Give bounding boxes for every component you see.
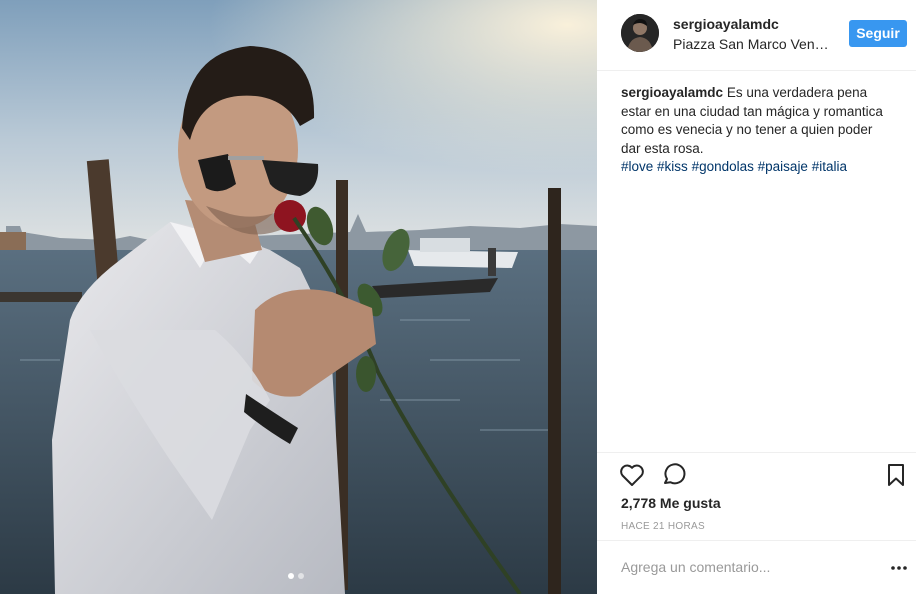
- caption-text-4: dar esta rosa.: [621, 140, 704, 156]
- post-caption: sergioayalamdc Es una verdadera pena est…: [621, 84, 899, 177]
- post-actions: [597, 452, 916, 493]
- more-dots-icon[interactable]: [889, 561, 909, 573]
- caption-username[interactable]: sergioayalamdc: [621, 85, 723, 100]
- avatar-image: [621, 14, 659, 52]
- hashtag-link[interactable]: #kiss: [657, 159, 688, 174]
- hashtag-list: #love #kiss #gondolas #paisaje #italia: [621, 158, 899, 177]
- username-link[interactable]: sergioayalamdc: [673, 16, 779, 32]
- avatar[interactable]: [621, 14, 659, 52]
- carousel-dot-active: [288, 573, 294, 579]
- caption-line-1: sergioayalamdc Es una verdadera pena: [621, 84, 899, 103]
- carousel-dot[interactable]: [298, 573, 304, 579]
- likes-count[interactable]: 2,778 Me gusta: [621, 495, 721, 511]
- comment-row: [597, 540, 916, 595]
- caption-text-3: como es venecia y no tener a quien poder: [621, 122, 873, 137]
- location-link[interactable]: Piazza San Marco Venecia: [673, 36, 833, 52]
- caption-text-2: estar en una ciudad tan mágica y romanti…: [621, 103, 883, 119]
- caption-text-1: Es una verdadera pena: [726, 85, 868, 100]
- photo-scene: [0, 0, 597, 594]
- hashtag-link[interactable]: #gondolas: [692, 159, 754, 174]
- post-photo[interactable]: [0, 0, 597, 594]
- hashtag-link[interactable]: #italia: [812, 159, 847, 174]
- post-header: sergioayalamdc Piazza San Marco Venecia …: [597, 0, 916, 71]
- follow-button[interactable]: Seguir: [849, 20, 907, 47]
- comment-input[interactable]: [621, 559, 861, 575]
- bookmark-icon[interactable]: [885, 463, 907, 492]
- hashtag-link[interactable]: #paisaje: [758, 159, 808, 174]
- post-timestamp: HACE 21 HORAS: [621, 521, 705, 532]
- heart-icon[interactable]: [619, 463, 645, 492]
- hashtag-link[interactable]: #love: [621, 159, 653, 174]
- comment-bubble-icon[interactable]: [661, 463, 687, 492]
- post-sidebar: sergioayalamdc Piazza San Marco Venecia …: [597, 0, 916, 594]
- carousel-indicator: [288, 573, 304, 579]
